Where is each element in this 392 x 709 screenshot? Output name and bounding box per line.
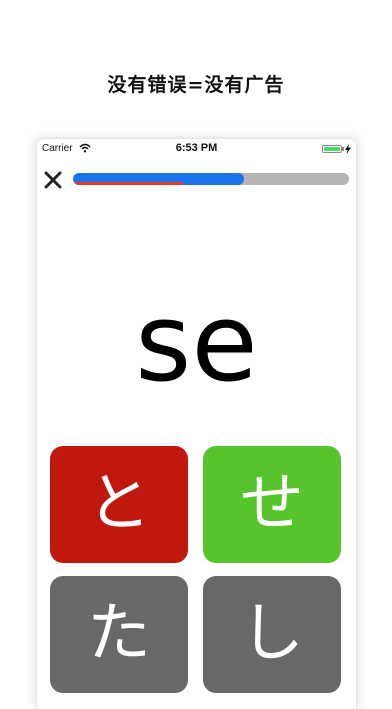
romaji-prompt: se (135, 281, 258, 406)
close-icon[interactable] (43, 170, 63, 190)
status-bar: Carrier 6:53 PM (37, 139, 356, 159)
phone-screen: Carrier 6:53 PM se と せ た し (37, 139, 356, 709)
charging-bolt-icon (345, 144, 351, 154)
answer-button-3[interactable]: た (50, 576, 188, 693)
progress-error-fill (73, 182, 184, 185)
battery-tip (342, 147, 344, 151)
answer-kana: し (240, 597, 304, 671)
answer-kana: た (87, 597, 151, 671)
answer-button-4[interactable]: し (203, 576, 341, 693)
answer-kana: と (87, 467, 151, 541)
promo-headline: 没有错误=没有广告 (107, 74, 285, 96)
progress-bar (73, 173, 349, 185)
answer-button-1[interactable]: と (50, 446, 188, 563)
answer-kana: せ (240, 467, 304, 541)
status-time: 6:53 PM (175, 142, 218, 154)
battery-icon (322, 145, 342, 153)
answer-button-2[interactable]: せ (203, 446, 341, 563)
